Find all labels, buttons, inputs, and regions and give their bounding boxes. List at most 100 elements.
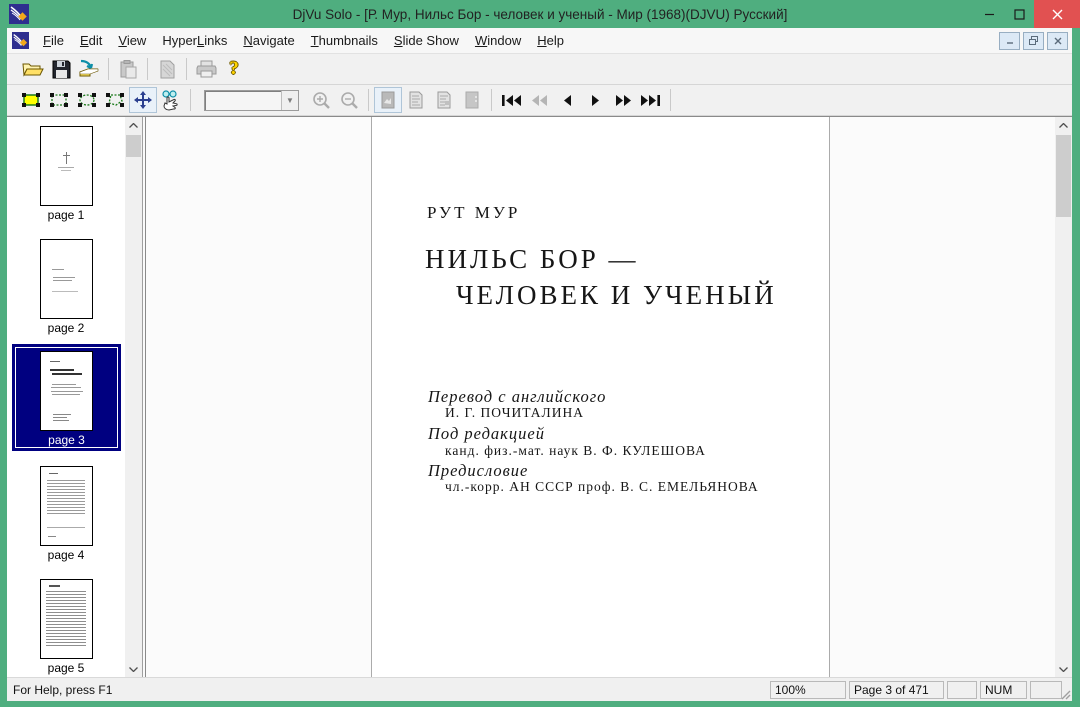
help-button[interactable]: ? <box>220 56 248 82</box>
thumbnail-label: page 3 <box>48 433 85 447</box>
thumbnail-preview <box>40 351 93 431</box>
thumbnail-preview <box>39 126 93 206</box>
pan-icon <box>134 91 152 109</box>
nav-next-fast-button[interactable] <box>609 87 637 113</box>
menu-thumbnails[interactable]: Thumbnails <box>303 29 386 52</box>
titlebar: DjVu Solo - [Р. Мур, Нильс Бор - человек… <box>0 0 1080 28</box>
pan-tool-button[interactable] <box>129 87 157 113</box>
save-button[interactable] <box>47 56 75 82</box>
scroll-up-icon[interactable] <box>1055 117 1072 134</box>
content-area: page 1 page 2 page 3 page 4 page 5 РУТ М… <box>7 116 1072 678</box>
status-empty-pane <box>1030 680 1062 699</box>
nav-prev-fast-icon <box>531 94 547 106</box>
thumbnail-preview <box>39 579 93 659</box>
menu-view[interactable]: View <box>110 29 154 52</box>
book-author: РУТ МУР <box>427 203 521 222</box>
print-icon <box>196 60 216 78</box>
scroll-up-icon[interactable] <box>125 117 142 134</box>
zoom-in-icon <box>312 91 330 109</box>
menu-navigate[interactable]: Navigate <box>235 29 302 52</box>
nav-prev-button[interactable] <box>553 87 581 113</box>
hyperlink-tool-button[interactable] <box>157 87 185 113</box>
scrollbar-thumb[interactable] <box>126 135 141 157</box>
status-page-indicator: Page 3 of 471 <box>849 680 944 699</box>
toolbar-view: ▼ <box>7 85 1072 116</box>
page-text-icon <box>409 91 423 109</box>
page-mode-mixed-button[interactable] <box>430 87 458 113</box>
zoom-out-button[interactable] <box>335 87 363 113</box>
mdi-minimize-button[interactable] <box>999 31 1020 50</box>
credit-role: Под редакцией <box>428 424 545 443</box>
document-scrollbar[interactable] <box>1055 117 1072 678</box>
select-ellipse-button[interactable] <box>73 87 101 113</box>
maximize-button[interactable] <box>1004 0 1034 28</box>
page-mode-text-button[interactable] <box>402 87 430 113</box>
nav-first-icon <box>502 94 521 106</box>
nav-last-icon <box>641 94 660 106</box>
nav-prev-fast-button[interactable] <box>525 87 553 113</box>
zoom-in-button[interactable] <box>307 87 335 113</box>
djvu-document-icon <box>12 32 29 49</box>
nav-next-fast-icon <box>615 94 631 106</box>
nav-first-button[interactable] <box>497 87 525 113</box>
close-button[interactable] <box>1034 0 1080 28</box>
credit-role: Предисловие <box>428 461 529 480</box>
thumbnail-pane: page 1 page 2 page 3 page 4 page 5 <box>7 117 143 678</box>
page-solid-icon <box>465 91 479 109</box>
print-button[interactable] <box>192 56 220 82</box>
select-rect-button[interactable] <box>45 87 73 113</box>
mdi-close-button[interactable] <box>1047 31 1068 50</box>
nav-next-button[interactable] <box>581 87 609 113</box>
nav-next-icon <box>591 94 599 106</box>
menu-slideshow[interactable]: Slide Show <box>386 29 467 52</box>
thumbnail-preview <box>39 466 93 546</box>
export-page-button[interactable] <box>153 56 181 82</box>
select-rect-icon <box>50 93 68 107</box>
help-icon: ? <box>229 58 239 79</box>
open-button[interactable] <box>19 56 47 82</box>
menu-file[interactable]: File <box>35 29 72 52</box>
minimize-button[interactable] <box>974 0 1004 28</box>
status-zoom-level: 100% <box>770 680 846 699</box>
status-help-text: For Help, press F1 <box>13 682 113 697</box>
menu-help[interactable]: Help <box>529 29 572 52</box>
menu-window[interactable]: Window <box>467 29 529 52</box>
thumbnail-page-4[interactable]: page 4 <box>7 466 125 562</box>
menubar: File Edit View HyperLinks Navigate Thumb… <box>7 28 1072 54</box>
select-rect-filled-icon <box>22 93 40 107</box>
page-mode-image-button[interactable] <box>374 87 402 113</box>
import-button[interactable] <box>75 56 103 82</box>
thumbnail-label: page 5 <box>47 661 85 675</box>
thumbnail-scrollbar[interactable] <box>125 117 142 678</box>
zoom-combobox-dropdown[interactable]: ▼ <box>281 90 298 110</box>
menu-hyperlinks[interactable]: HyperLinks <box>154 29 235 52</box>
resize-grip-icon[interactable] <box>1059 688 1071 700</box>
thumbnail-page-3-selected[interactable]: page 3 <box>12 344 121 451</box>
select-rect-filled-button[interactable] <box>17 87 45 113</box>
page-mixed-icon <box>437 91 451 109</box>
page-mode-solid-button[interactable] <box>458 87 486 113</box>
paste-button[interactable] <box>114 56 142 82</box>
scroll-down-icon[interactable] <box>125 661 142 678</box>
statusbar: For Help, press F1 100% Page 3 of 471 NU… <box>7 677 1072 701</box>
document-view[interactable]: РУТ МУР НИЛЬС БОР — ЧЕЛОВЕК И УЧЕНЫЙ Пер… <box>145 117 1072 678</box>
status-empty-pane <box>947 680 977 699</box>
nav-prev-icon <box>563 94 571 106</box>
thumbnail-page-5[interactable]: page 5 <box>7 579 125 675</box>
scroll-down-icon[interactable] <box>1055 661 1072 678</box>
select-polygon-button[interactable] <box>101 87 129 113</box>
menu-edit[interactable]: Edit <box>72 29 110 52</box>
page-image-icon <box>381 91 395 109</box>
thumbnail-page-2[interactable]: page 2 <box>7 239 125 335</box>
mdi-restore-button[interactable] <box>1023 31 1044 50</box>
credit-name: канд. физ.-мат. наук В. Ф. КУЛЕШОВА <box>445 443 706 458</box>
nav-last-button[interactable] <box>637 87 665 113</box>
save-floppy-icon <box>52 60 70 78</box>
zoom-combobox[interactable]: ▼ <box>204 89 299 111</box>
select-ellipse-icon <box>78 93 96 107</box>
djvu-import-icon <box>79 59 99 77</box>
scrollbar-thumb[interactable] <box>1056 135 1071 217</box>
open-folder-icon <box>22 63 44 77</box>
window-title: DjVu Solo - [Р. Мур, Нильс Бор - человек… <box>292 6 788 22</box>
thumbnail-page-1[interactable]: page 1 <box>7 126 125 222</box>
